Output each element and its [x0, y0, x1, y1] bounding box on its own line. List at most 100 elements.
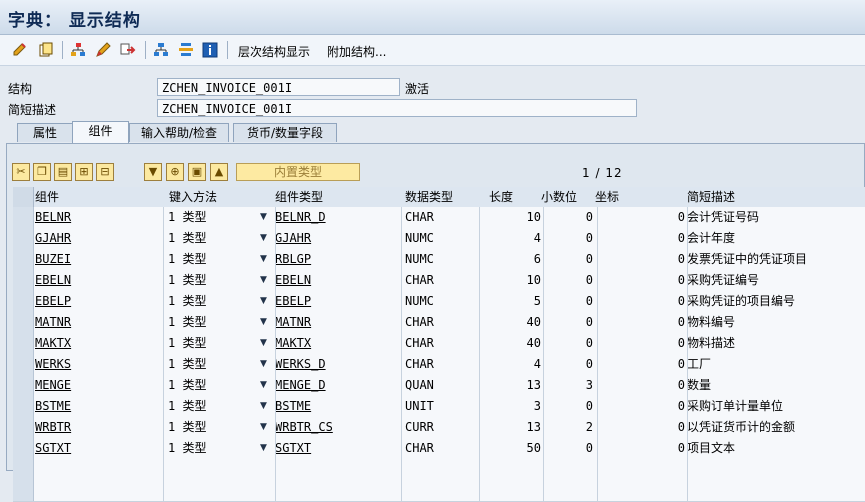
typing-method-cell[interactable]: 1 类型: [168, 249, 258, 270]
chevron-down-icon[interactable]: ▼: [260, 228, 267, 249]
pen-icon[interactable]: [95, 42, 111, 58]
component-name-cell[interactable]: BSTME: [35, 396, 163, 417]
component-name-cell[interactable]: WRBTR: [35, 417, 163, 438]
typing-method-cell[interactable]: 1 类型: [168, 333, 258, 354]
hierarchy-icon[interactable]: [70, 42, 86, 58]
component-type-cell[interactable]: EBELP: [275, 291, 401, 312]
typing-method-cell[interactable]: 1 类型: [168, 396, 258, 417]
row-selector[interactable]: [13, 459, 34, 480]
component-name-cell[interactable]: MENGE: [35, 375, 163, 396]
table-row[interactable]: MAKTX 1 类型 MAKTX CHAR 40 0 0 物料描述 ▼: [13, 333, 865, 355]
component-name-cell[interactable]: EBELP: [35, 291, 163, 312]
table-row[interactable]: GJAHR 1 类型 GJAHR NUMC 4 0 0 会计年度 ▼: [13, 228, 865, 250]
table-row[interactable]: [13, 459, 865, 481]
col-component-type[interactable]: 组件类型: [275, 187, 323, 207]
row-selector[interactable]: [13, 417, 34, 438]
component-type-cell[interactable]: EBELN: [275, 270, 401, 291]
structure-icon[interactable]: [153, 42, 169, 58]
append-structure-button[interactable]: 附加结构...: [327, 43, 386, 60]
tab-input-help-check[interactable]: 输入帮助/检查: [129, 123, 229, 142]
table-row[interactable]: MATNR 1 类型 MATNR CHAR 40 0 0 物料编号 ▼: [13, 312, 865, 334]
col-coordinate[interactable]: 坐标: [595, 187, 619, 207]
move-icon[interactable]: [120, 42, 136, 58]
typing-method-cell[interactable]: 1 类型: [168, 312, 258, 333]
chevron-down-icon[interactable]: ▼: [260, 396, 267, 417]
up-icon[interactable]: ▲: [210, 163, 228, 181]
typing-method-cell[interactable]: 1 类型: [168, 291, 258, 312]
row-selector[interactable]: [13, 354, 34, 375]
component-type-cell[interactable]: WRBTR_CS: [275, 417, 401, 438]
component-type-cell[interactable]: BELNR_D: [275, 207, 401, 228]
chevron-down-icon[interactable]: ▼: [260, 270, 267, 291]
table-row[interactable]: EBELP 1 类型 EBELP NUMC 5 0 0 采购凭证的项目编号 ▼: [13, 291, 865, 313]
typing-method-cell[interactable]: 1 类型: [168, 354, 258, 375]
col-short-description[interactable]: 简短描述: [687, 187, 735, 207]
col-typing-method[interactable]: 键入方法: [169, 187, 217, 207]
edit-icon[interactable]: [12, 42, 28, 58]
cut-icon[interactable]: ✂: [12, 163, 30, 181]
compare-icon[interactable]: [178, 42, 194, 58]
component-type-cell[interactable]: WERKS_D: [275, 354, 401, 375]
component-name-cell[interactable]: SGTXT: [35, 438, 163, 459]
table-row[interactable]: MENGE 1 类型 MENGE_D QUAN 13 3 0 数量 ▼: [13, 375, 865, 397]
table-row[interactable]: [13, 480, 865, 502]
component-type-cell[interactable]: GJAHR: [275, 228, 401, 249]
component-name-cell[interactable]: MATNR: [35, 312, 163, 333]
tab-attributes[interactable]: 属性: [17, 123, 73, 142]
table-row[interactable]: EBELN 1 类型 EBELN CHAR 10 0 0 采购凭证编号 ▼: [13, 270, 865, 292]
row-selector[interactable]: [13, 249, 34, 270]
row-selector[interactable]: [13, 396, 34, 417]
table-row[interactable]: BSTME 1 类型 BSTME UNIT 3 0 0 采购订单计量单位 ▼: [13, 396, 865, 418]
chevron-down-icon[interactable]: ▼: [260, 354, 267, 375]
row-selector[interactable]: [13, 438, 34, 459]
select-all-cell[interactable]: [13, 187, 34, 207]
chevron-down-icon[interactable]: ▼: [260, 312, 267, 333]
component-name-cell[interactable]: BUZEI: [35, 249, 163, 270]
collapse-icon[interactable]: ▣: [188, 163, 206, 181]
component-name-cell[interactable]: BELNR: [35, 207, 163, 228]
table-row[interactable]: WRBTR 1 类型 WRBTR_CS CURR 13 2 0 以凭证货币计的金额 ▼: [13, 417, 865, 439]
component-type-cell[interactable]: RBLGP: [275, 249, 401, 270]
short-description-field[interactable]: ZCHEN_INVOICE_001I: [157, 99, 637, 117]
table-row[interactable]: BUZEI 1 类型 RBLGP NUMC 6 0 0 发票凭证中的凭证项目 ▼: [13, 249, 865, 271]
info-icon[interactable]: [202, 42, 218, 58]
row-selector[interactable]: [13, 375, 34, 396]
hierarchy-display-button[interactable]: 层次结构显示: [238, 43, 310, 60]
component-type-cell[interactable]: MENGE_D: [275, 375, 401, 396]
table-row[interactable]: BELNR 1 类型 BELNR_D CHAR 10 0 0 会计凭证号码 ▼: [13, 207, 865, 229]
insert-row-icon[interactable]: ⊞: [75, 163, 93, 181]
row-selector[interactable]: [13, 312, 34, 333]
row-selector[interactable]: [13, 333, 34, 354]
component-type-cell[interactable]: MAKTX: [275, 333, 401, 354]
component-name-cell[interactable]: EBELN: [35, 270, 163, 291]
chevron-down-icon[interactable]: ▼: [260, 333, 267, 354]
col-decimals[interactable]: 小数位: [541, 187, 577, 207]
expand-icon[interactable]: ⊕: [166, 163, 184, 181]
col-component[interactable]: 组件: [35, 187, 59, 207]
builtin-type-button[interactable]: 内置类型: [236, 163, 360, 181]
chevron-down-icon[interactable]: ▼: [260, 291, 267, 312]
chevron-down-icon[interactable]: ▼: [260, 207, 267, 228]
copy-icon[interactable]: ❐: [33, 163, 51, 181]
typing-method-cell[interactable]: 1 类型: [168, 207, 258, 228]
row-selector[interactable]: [13, 207, 34, 228]
col-length[interactable]: 长度: [489, 187, 513, 207]
filter-icon[interactable]: ▼: [144, 163, 162, 181]
component-name-cell[interactable]: WERKS: [35, 354, 163, 375]
row-selector[interactable]: [13, 228, 34, 249]
delete-row-icon[interactable]: ⊟: [96, 163, 114, 181]
component-name-cell[interactable]: GJAHR: [35, 228, 163, 249]
typing-method-cell[interactable]: 1 类型: [168, 417, 258, 438]
typing-method-cell[interactable]: 1 类型: [168, 228, 258, 249]
chevron-down-icon[interactable]: ▼: [260, 375, 267, 396]
tab-components[interactable]: 组件: [72, 121, 129, 143]
component-type-cell[interactable]: BSTME: [275, 396, 401, 417]
table-row[interactable]: WERKS 1 类型 WERKS_D CHAR 4 0 0 工厂 ▼: [13, 354, 865, 376]
component-type-cell[interactable]: MATNR: [275, 312, 401, 333]
row-selector[interactable]: [13, 270, 34, 291]
component-type-cell[interactable]: SGTXT: [275, 438, 401, 459]
chevron-down-icon[interactable]: ▼: [260, 417, 267, 438]
chevron-down-icon[interactable]: ▼: [260, 249, 267, 270]
row-selector[interactable]: [13, 480, 34, 501]
paste-icon[interactable]: ▤: [54, 163, 72, 181]
